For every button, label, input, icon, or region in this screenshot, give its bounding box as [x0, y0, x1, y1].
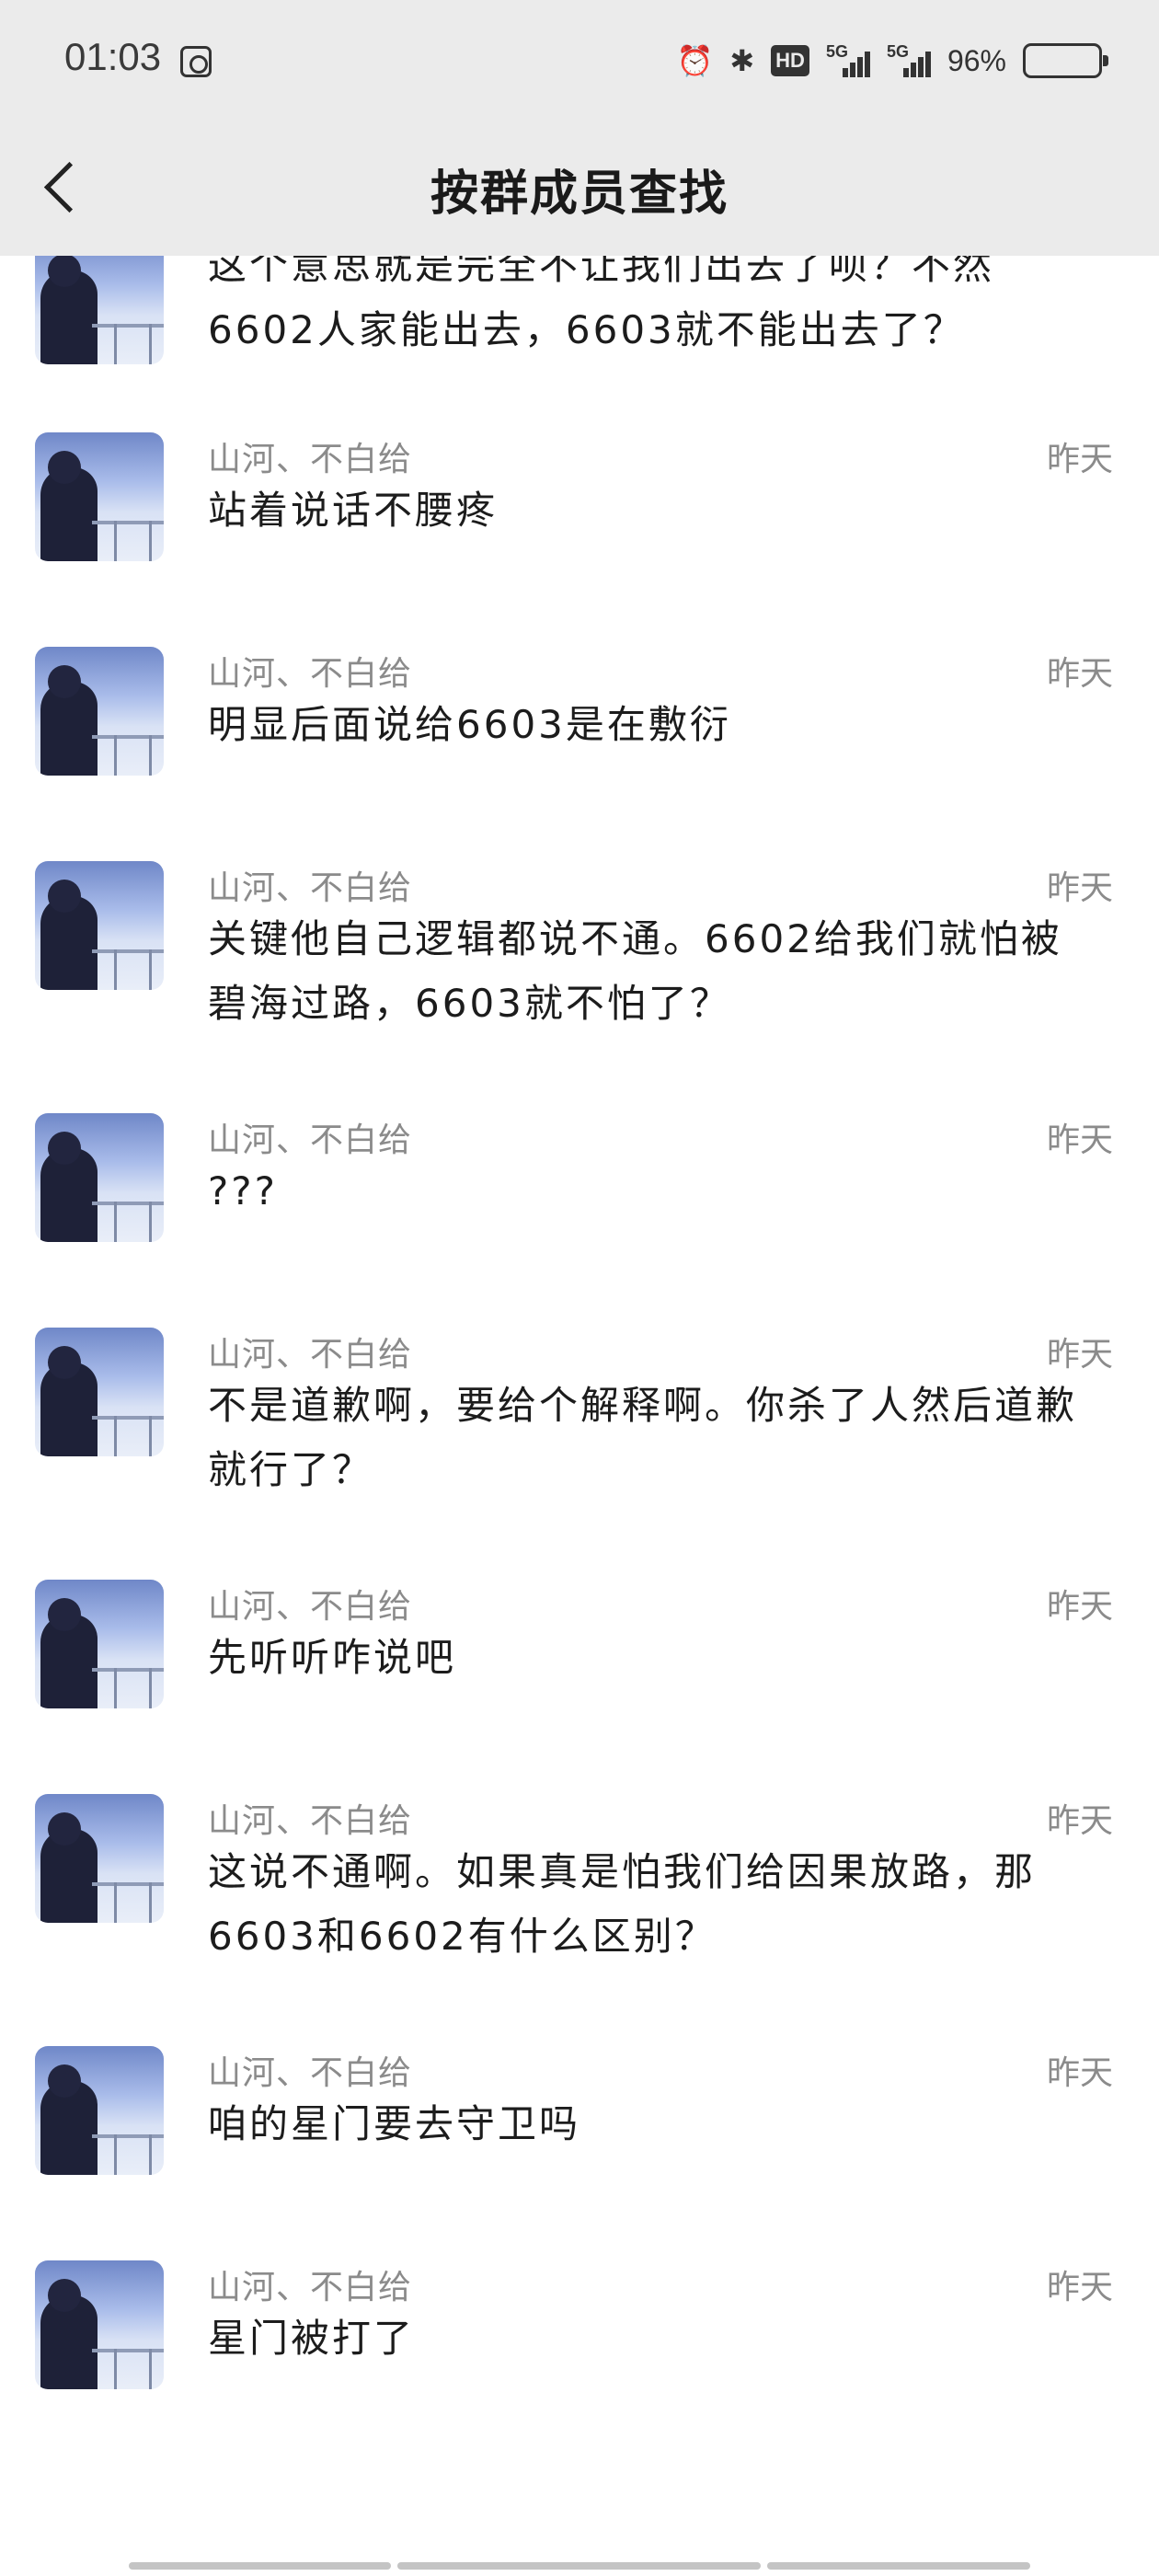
avatar-rail [92, 2134, 164, 2138]
message-line: 6602人家能出去，6603就不能出去了？ [208, 307, 965, 352]
avatar-post [149, 735, 152, 776]
hd-voice-icon: HD [771, 45, 809, 76]
avatar-post [149, 1202, 152, 1242]
sender-name: 山河、不白给 [208, 869, 413, 907]
avatar[interactable] [35, 2046, 164, 2175]
message-text: 明显后面说给6603是在敷衍 [208, 702, 731, 747]
bluetooth-icon: ✱ [729, 44, 755, 77]
message-text: 咱的星门要去守卫吗 [208, 2101, 581, 2146]
avatar-post [114, 521, 117, 561]
avatar[interactable] [35, 647, 164, 776]
avatar-head [48, 1346, 81, 1379]
message-time: 昨天 [1046, 441, 1113, 478]
sender-name: 山河、不白给 [208, 2054, 413, 2092]
message-time: 昨天 [1046, 869, 1113, 907]
avatar-post [149, 2134, 152, 2175]
cellular-signal-icon: 5G [887, 42, 931, 79]
sender-name: 山河、不白给 [208, 1336, 413, 1374]
avatar-post [114, 324, 117, 364]
avatar-rail [92, 1668, 164, 1672]
avatar[interactable] [35, 861, 164, 990]
message-text: 关键他自己逻辑都说不通。6602给我们就怕被碧海过路，6603就不怕了？ [208, 916, 1062, 1026]
top-bar: 01:03 ⏰ ✱ HD 5G 5G 96% 按群成员查找 [0, 0, 1159, 256]
avatar-post [114, 1882, 117, 1923]
alarm-icon: ⏰ [676, 44, 714, 77]
sender-name: 山河、不白给 [208, 441, 413, 478]
cellular-signal-icon: 5G [826, 42, 870, 79]
avatar-head [48, 1132, 81, 1165]
message-text: 先听听咋说吧 [208, 1635, 457, 1680]
avatar[interactable] [35, 1580, 164, 1708]
avatar-post [149, 521, 152, 561]
avatar-head [48, 665, 81, 698]
avatar-rail [92, 1416, 164, 1420]
message-time: 昨天 [1046, 1588, 1113, 1626]
sender-name: 山河、不白给 [208, 1121, 413, 1159]
avatar-post [114, 1668, 117, 1708]
page-title: 按群成员查找 [430, 167, 729, 222]
message-text: 这说不通啊。如果真是怕我们给因果放路，那6603和6602有什么区别？ [208, 1849, 1037, 1959]
avatar-head [48, 254, 81, 287]
battery-percent: 96% [947, 43, 1006, 77]
avatar-head [48, 880, 81, 913]
network-label: 5G [825, 42, 848, 61]
avatar-head [48, 451, 81, 484]
avatar-post [114, 949, 117, 990]
notification-app-icon [180, 46, 212, 77]
nav-bar-segment [129, 2562, 391, 2570]
avatar-head [48, 2064, 81, 2098]
avatar-head [48, 1598, 81, 1631]
avatar-post [114, 2134, 117, 2175]
avatar-post [149, 949, 152, 990]
message-time: 昨天 [1046, 1802, 1113, 1840]
avatar-post [149, 1668, 152, 1708]
message-text: 星门被打了 [208, 2316, 416, 2361]
avatar-rail [92, 2349, 164, 2352]
avatar-rail [92, 949, 164, 953]
avatar-rail [92, 324, 164, 328]
message-time: 昨天 [1046, 1336, 1113, 1374]
avatar[interactable] [35, 1113, 164, 1242]
avatar[interactable] [35, 1328, 164, 1456]
avatar-post [149, 324, 152, 364]
message-time: 昨天 [1046, 1121, 1113, 1159]
avatar-post [114, 1202, 117, 1242]
avatar-rail [92, 735, 164, 739]
avatar[interactable] [35, 1794, 164, 1923]
battery-icon [1023, 43, 1108, 78]
nav-bar-segment [397, 2562, 761, 2570]
message-text: 站着说话不腰疼 [208, 488, 499, 533]
sender-name: 山河、不白给 [208, 655, 413, 693]
avatar[interactable] [35, 2260, 164, 2389]
avatar-rail [92, 521, 164, 524]
sender-name: 山河、不白给 [208, 1588, 413, 1626]
status-time: 01:03 [64, 35, 162, 78]
avatar-rail [92, 1882, 164, 1886]
sender-name: 山河、不白给 [208, 2269, 413, 2306]
avatar-head [48, 2279, 81, 2312]
avatar-post [114, 1416, 117, 1456]
avatar-post [114, 2349, 117, 2389]
status-icons: ⏰ ✱ HD 5G 5G 96% [676, 40, 1108, 81]
avatar-post [149, 2349, 152, 2389]
avatar[interactable] [35, 432, 164, 561]
message-time: 昨天 [1046, 2269, 1113, 2306]
message-time: 昨天 [1046, 655, 1113, 693]
avatar-post [114, 735, 117, 776]
avatar-post [149, 1882, 152, 1923]
message-list[interactable]: 这个意思就是完全不让我们出去了呗？不然 6602人家能出去，6603就不能出去了… [0, 0, 1159, 2576]
nav-bar-segment [767, 2562, 1030, 2570]
avatar-rail [92, 1202, 164, 1205]
message-text: 不是道歉啊，要给个解释啊。你杀了人然后道歉就行了？ [208, 1383, 1078, 1492]
message-text: ??? [208, 1168, 278, 1213]
avatar-head [48, 1812, 81, 1846]
sender-name: 山河、不白给 [208, 1802, 413, 1840]
message-time: 昨天 [1046, 2054, 1113, 2092]
network-label: 5G [886, 42, 909, 61]
avatar-post [149, 1416, 152, 1456]
